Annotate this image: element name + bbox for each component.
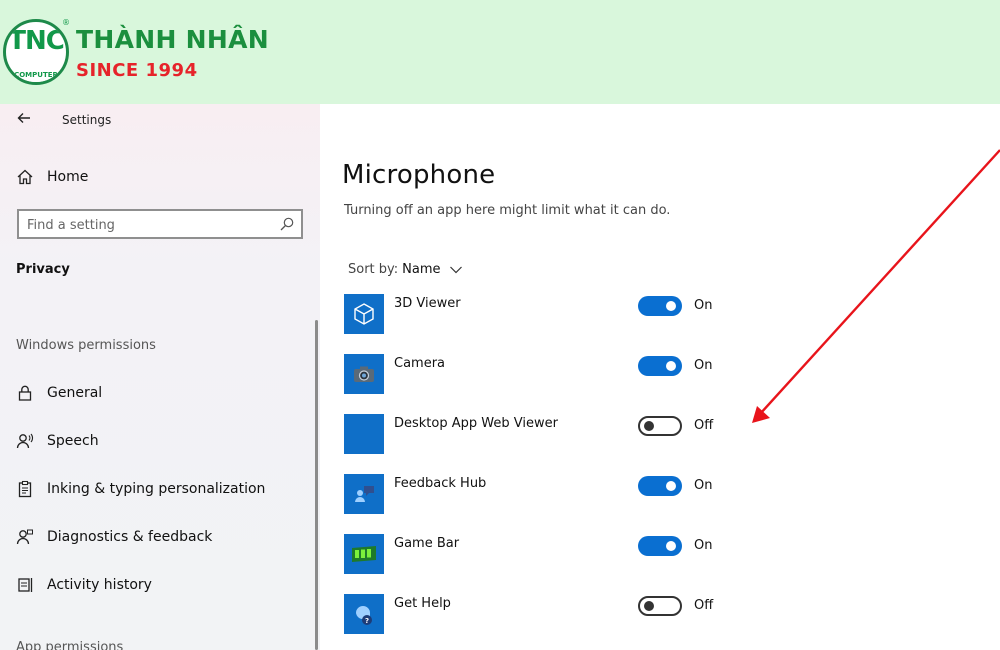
- search-input[interactable]: [27, 215, 267, 235]
- app-row-camera: Camera On: [344, 354, 744, 394]
- sidebar-item-diagnostics[interactable]: Diagnostics & feedback: [0, 521, 310, 553]
- microphone-toggle-camera[interactable]: [638, 356, 682, 376]
- app-name: Get Help: [394, 596, 451, 611]
- microphone-toggle-desktop-app-web-viewer[interactable]: [638, 416, 682, 436]
- sidebar-item-label: Home: [47, 169, 89, 185]
- speech-icon: [16, 432, 34, 450]
- person-feedback-icon: [16, 528, 34, 546]
- toggle-state: Off: [694, 418, 714, 433]
- cube-icon: [344, 294, 384, 334]
- sidebar-item-label: Activity history: [47, 577, 152, 593]
- search-icon[interactable]: [279, 216, 295, 232]
- toggle-state: On: [694, 478, 713, 493]
- game-bar-icon: [344, 534, 384, 574]
- app-row-desktop-app-web-viewer: Desktop App Web Viewer Off: [344, 414, 744, 454]
- page-title: Microphone: [342, 160, 496, 190]
- home-icon: [16, 168, 34, 186]
- get-help-icon: ?: [344, 594, 384, 634]
- sidebar-item-label: Speech: [47, 433, 99, 449]
- sort-label: Sort by:: [348, 262, 399, 277]
- registered-mark: ®: [62, 18, 70, 27]
- toggle-state: On: [694, 538, 713, 553]
- toggle-state: On: [694, 358, 713, 373]
- microphone-toggle-feedback-hub[interactable]: [638, 476, 682, 496]
- category-title: Privacy: [16, 262, 70, 277]
- sidebar-item-inking[interactable]: Inking & typing personalization: [0, 473, 310, 505]
- sort-value: Name: [402, 262, 441, 277]
- app-row-3d-viewer: 3D Viewer On: [344, 294, 744, 334]
- app-name: Feedback Hub: [394, 476, 487, 491]
- app-name: Desktop App Web Viewer: [394, 416, 558, 431]
- feedback-hub-icon: [344, 474, 384, 514]
- section-app-permissions: App permissions: [16, 640, 124, 650]
- brand-name: THÀNH NHÂN: [76, 25, 269, 54]
- sidebar-item-general[interactable]: General: [0, 377, 310, 409]
- app-row-feedback-hub: Feedback Hub On: [344, 474, 744, 514]
- section-windows-permissions: Windows permissions: [16, 338, 156, 353]
- camera-icon: [344, 354, 384, 394]
- sidebar-item-home[interactable]: Home: [0, 161, 310, 193]
- toggle-state: On: [694, 298, 713, 313]
- page-description: Turning off an app here might limit what…: [344, 203, 671, 218]
- svg-text:?: ?: [365, 617, 369, 625]
- tnc-logo: TNC COMPUTER: [3, 19, 69, 85]
- microphone-toggle-3d-viewer[interactable]: [638, 296, 682, 316]
- brand-since: SINCE 1994: [76, 60, 198, 81]
- logo-subtext: COMPUTER: [14, 71, 58, 79]
- back-button[interactable]: [16, 110, 32, 130]
- lock-icon: [16, 384, 34, 402]
- microphone-toggle-game-bar[interactable]: [638, 536, 682, 556]
- search-box[interactable]: [17, 209, 303, 239]
- sidebar-item-label: General: [47, 385, 103, 401]
- microphone-toggle-get-help[interactable]: [638, 596, 682, 616]
- brand-banner: TNC COMPUTER ® THÀNH NHÂN SINCE 1994: [0, 0, 1000, 104]
- app-row-get-help: ? Get Help Off: [344, 594, 744, 634]
- app-name: Game Bar: [394, 536, 460, 551]
- logo-text: TNC: [8, 26, 65, 56]
- sidebar-item-speech[interactable]: Speech: [0, 425, 310, 457]
- clipboard-icon: [16, 480, 34, 498]
- sidebar-item-label: Diagnostics & feedback: [47, 529, 213, 545]
- sidebar-item-activity-history[interactable]: Activity history: [0, 569, 310, 601]
- app-name: 3D Viewer: [394, 296, 461, 311]
- app-row-game-bar: Game Bar On: [344, 534, 744, 574]
- window-title: Settings: [62, 113, 112, 127]
- sort-dropdown[interactable]: Sort by: Name: [348, 262, 463, 277]
- blank-tile-icon: [344, 414, 384, 454]
- activity-history-icon: [16, 576, 34, 594]
- toggle-state: Off: [694, 598, 714, 613]
- back-arrow-icon: [17, 113, 30, 123]
- sidebar-item-label: Inking & typing personalization: [47, 481, 266, 497]
- sidebar-scrollbar[interactable]: [315, 320, 318, 650]
- chevron-down-icon: [449, 266, 462, 273]
- app-name: Camera: [394, 356, 446, 371]
